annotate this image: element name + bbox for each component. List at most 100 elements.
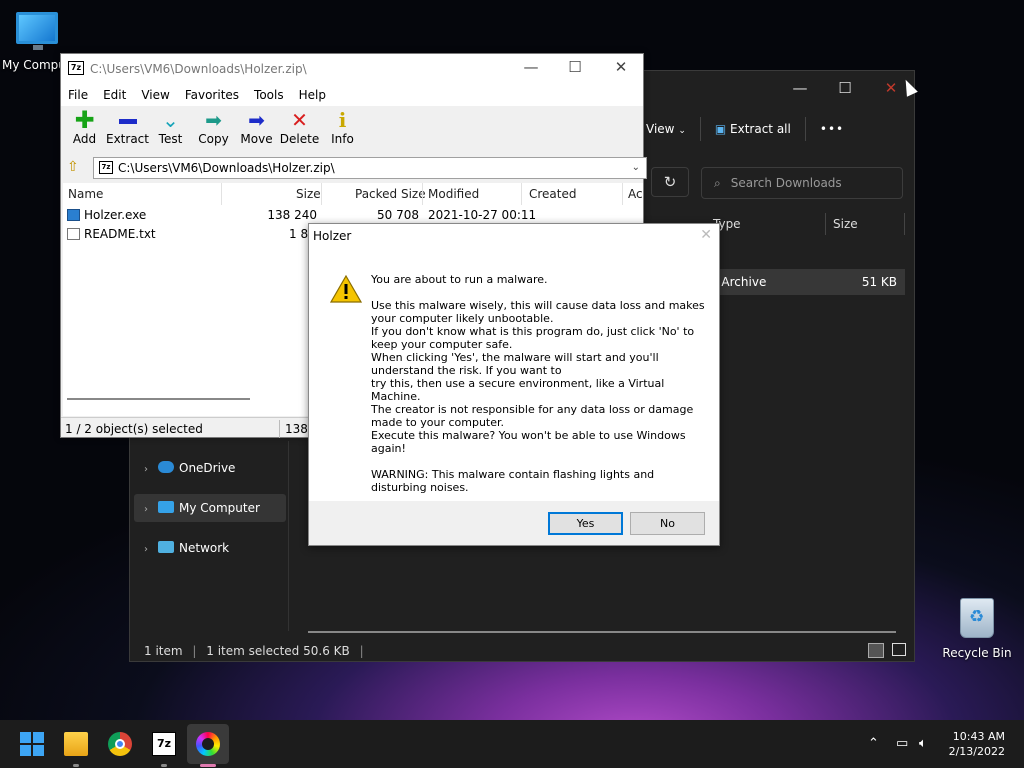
test-button[interactable]: ⌄ Test <box>149 108 192 156</box>
minimize-icon[interactable]: — <box>520 58 542 76</box>
column-header-created[interactable]: Created <box>529 183 577 205</box>
menu-file[interactable]: File <box>68 84 88 106</box>
chevron-down-icon: ⌄ <box>678 126 686 136</box>
chevron-down-icon[interactable]: ⌄ <box>632 158 640 178</box>
minimize-icon[interactable]: — <box>790 79 810 97</box>
status-divider: | <box>192 644 197 658</box>
close-icon[interactable]: ✕ <box>881 79 901 97</box>
desktop-icon-recycle-bin[interactable]: Recycle Bin <box>942 598 1012 660</box>
column-header-name[interactable]: Name <box>68 183 103 205</box>
menu-tools[interactable]: Tools <box>254 84 284 106</box>
file-explorer-taskbar-icon[interactable] <box>64 732 88 756</box>
details-view-icon[interactable] <box>868 643 884 658</box>
chrome-center <box>115 739 125 749</box>
status-selection: 1 item selected 50.6 KB <box>206 644 350 658</box>
network-icon[interactable]: ▭ <box>896 736 908 751</box>
search-icon: ⌕ <box>714 176 721 190</box>
nav-item-my-computer[interactable]: › My Computer <box>134 494 286 522</box>
address-input[interactable]: 7z C:\Users\VM6\Downloads\Holzer.zip\ ⌄ <box>93 157 647 179</box>
close-icon[interactable]: ✕ <box>700 227 712 243</box>
chevron-right-icon: › <box>144 464 148 475</box>
menu-favorites[interactable]: Favorites <box>185 84 239 106</box>
start-button[interactable] <box>20 732 44 756</box>
nav-item-network[interactable]: › Network <box>134 534 286 562</box>
clock[interactable]: 10:43 AM 2/13/2022 <box>949 729 1005 759</box>
close-icon[interactable]: ✕ <box>610 58 632 76</box>
refresh-button[interactable]: ↻ <box>651 167 689 197</box>
clock-time: 10:43 AM <box>952 730 1005 743</box>
menu-bar: File Edit View Favorites Tools Help <box>61 84 643 106</box>
no-button[interactable]: No <box>630 512 705 535</box>
chrome-icon[interactable] <box>108 732 132 756</box>
column-divider <box>321 183 322 205</box>
7zip-taskbar-icon[interactable]: 7z <box>152 732 176 756</box>
column-header-attributes[interactable]: Ac <box>628 183 643 205</box>
windows-logo-tile <box>33 732 44 743</box>
menu-help[interactable]: Help <box>299 84 326 106</box>
tool-label: Delete <box>279 132 320 146</box>
nav-item-onedrive[interactable]: › OneDrive <box>134 454 286 482</box>
column-header-size[interactable]: Size <box>833 207 858 241</box>
extract-button[interactable]: Extract <box>106 108 149 156</box>
holzer-app-icon[interactable] <box>196 732 220 756</box>
folder-up-icon[interactable]: ⇧ <box>67 159 79 175</box>
exe-file-icon <box>67 209 80 221</box>
maximize-icon[interactable]: ☐ <box>835 79 855 97</box>
extract-all-label: Extract all <box>730 122 791 136</box>
add-button[interactable]: ✚ Add <box>63 108 106 156</box>
view-label: View <box>646 122 675 136</box>
file-name: Holzer.exe <box>84 208 147 222</box>
tool-label: Add <box>72 132 97 146</box>
windows-logo-tile <box>20 745 31 756</box>
status-selection: 1 / 2 object(s) selected <box>65 422 203 436</box>
status-divider <box>279 420 280 438</box>
file-row[interactable]: p Archive 51 KB <box>708 269 905 295</box>
monitor-icon <box>158 501 174 513</box>
tiles-view-icon[interactable] <box>892 643 906 656</box>
maximize-icon[interactable]: ☐ <box>564 58 586 76</box>
search-input[interactable]: ⌕ Search Downloads <box>701 167 903 199</box>
running-indicator <box>161 764 167 767</box>
horizontal-scrollbar[interactable] <box>308 631 896 633</box>
column-header-size[interactable]: Size <box>296 183 321 205</box>
status-bar: 1 item | 1 item selected 50.6 KB | <box>130 639 914 663</box>
yes-button[interactable]: Yes <box>548 512 623 535</box>
plus-icon: ✚ <box>74 106 95 134</box>
nav-label: OneDrive <box>179 461 236 475</box>
column-divider <box>904 213 905 235</box>
column-header-modified[interactable]: Modified <box>428 183 479 205</box>
nav-divider <box>288 441 289 631</box>
column-divider <box>825 213 826 235</box>
address-text: C:\Users\VM6\Downloads\Holzer.zip\ <box>118 161 335 175</box>
search-placeholder: Search Downloads <box>730 176 842 190</box>
more-options-button[interactable]: ••• <box>820 122 844 136</box>
view-button[interactable]: View ⌄ <box>646 122 686 136</box>
cloud-icon <box>158 461 174 473</box>
message-dialog[interactable]: Holzer ✕ You are about to run a malware.… <box>308 223 720 546</box>
move-button[interactable]: ➡ Move <box>235 108 278 156</box>
refresh-icon: ↻ <box>663 173 677 191</box>
column-divider <box>521 183 522 205</box>
toolbar-divider <box>699 117 701 141</box>
horizontal-scrollbar[interactable] <box>67 398 250 400</box>
column-divider <box>622 183 623 205</box>
chevron-up-icon[interactable]: ⌃ <box>868 736 879 751</box>
info-button[interactable]: i Info <box>321 108 364 156</box>
7zip-titlebar[interactable]: 7z C:\Users\VM6\Downloads\Holzer.zip\ — … <box>61 54 643 84</box>
tool-label: Move <box>240 132 273 146</box>
extract-all-button[interactable]: ▣ Extract all <box>715 122 791 136</box>
tool-label: Copy <box>198 132 229 146</box>
volume-icon[interactable]: 🔈︎ <box>919 736 927 751</box>
address-bar: ⇧ 7z C:\Users\VM6\Downloads\Holzer.zip\ … <box>65 157 647 179</box>
menu-edit[interactable]: Edit <box>103 84 126 106</box>
menu-view[interactable]: View <box>141 84 169 106</box>
text-file-icon <box>67 228 80 240</box>
explorer-toolbar: View ⌄ ▣ Extract all ••• <box>646 111 844 147</box>
copy-button[interactable]: ➡ Copy <box>192 108 235 156</box>
delete-button[interactable]: ✕ Delete <box>278 108 321 156</box>
tool-label: Info <box>331 132 354 146</box>
file-name-cell: Holzer.exe <box>67 206 146 225</box>
nav-label: Network <box>179 541 230 555</box>
toolbar-divider <box>804 117 806 141</box>
column-header-packed-size[interactable]: Packed Size <box>355 183 426 205</box>
